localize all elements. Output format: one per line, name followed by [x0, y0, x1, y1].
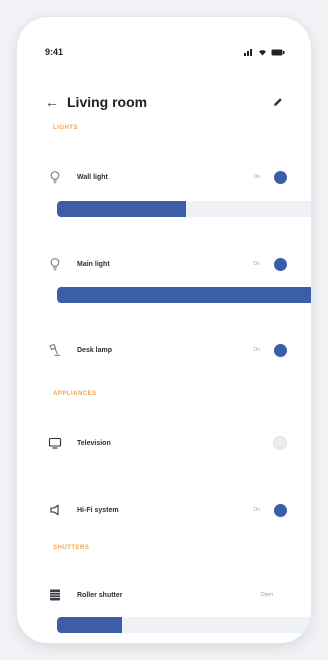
signal-icon [244, 49, 252, 56]
speaker-icon [45, 500, 65, 520]
lightbulb-icon [45, 167, 65, 187]
slider-fill [57, 201, 186, 217]
back-arrow-icon[interactable]: ← [45, 94, 67, 110]
device-row-roller-shutter[interactable]: Roller shutter Open [45, 584, 287, 606]
edit-button[interactable] [269, 93, 287, 111]
phone-frame: 9:41 ← Living room Lights [16, 16, 312, 644]
hifi-system-toggle[interactable] [274, 503, 287, 517]
device-row-wall-light[interactable]: Wall light On [45, 166, 287, 188]
wall-light-brightness-slider[interactable] [57, 201, 311, 217]
device-status: On [253, 507, 260, 513]
page-header: ← Living room [45, 91, 287, 113]
main-light-toggle[interactable] [274, 257, 287, 271]
status-time: 9:41 [45, 47, 64, 57]
device-row-main-light[interactable]: Main light On [45, 253, 287, 275]
wall-light-toggle[interactable] [274, 170, 287, 184]
device-label: Hi-Fi system [77, 506, 119, 514]
television-icon [45, 433, 65, 453]
device-status: On [253, 347, 260, 353]
pencil-icon [274, 98, 282, 106]
roller-shutter-position-slider[interactable] [57, 617, 311, 633]
device-status: Open [260, 592, 273, 598]
status-icons [244, 48, 285, 56]
section-appliances: Appliances [53, 391, 97, 397]
device-label: Desk lamp [77, 346, 113, 354]
device-label: Main light [77, 260, 110, 268]
desk-lamp-icon [45, 340, 65, 360]
section-shutters: Shutters [53, 545, 90, 551]
lightbulb-icon [45, 254, 65, 274]
desk-lamp-toggle[interactable] [274, 343, 287, 357]
device-row-desk-lamp[interactable]: Desk lamp On [45, 339, 287, 361]
device-row-hifi-system[interactable]: Hi-Fi system On [45, 499, 287, 521]
device-status: On [253, 261, 260, 267]
device-label: Wall light [77, 173, 108, 181]
slider-fill [57, 287, 311, 303]
wifi-icon [259, 50, 266, 56]
device-label: Roller shutter [77, 591, 123, 599]
battery-icon [271, 49, 285, 55]
device-label: Television [77, 439, 111, 447]
section-lights: Lights [53, 125, 78, 131]
slider-fill [57, 617, 122, 633]
page-title: Living room [67, 94, 148, 110]
television-toggle[interactable] [273, 436, 287, 450]
roller-shutter-icon [45, 585, 65, 605]
main-light-brightness-slider[interactable] [57, 287, 311, 303]
device-row-television[interactable]: Television [45, 432, 287, 454]
device-status: On [253, 174, 260, 180]
status-bar: 9:41 [45, 45, 285, 59]
